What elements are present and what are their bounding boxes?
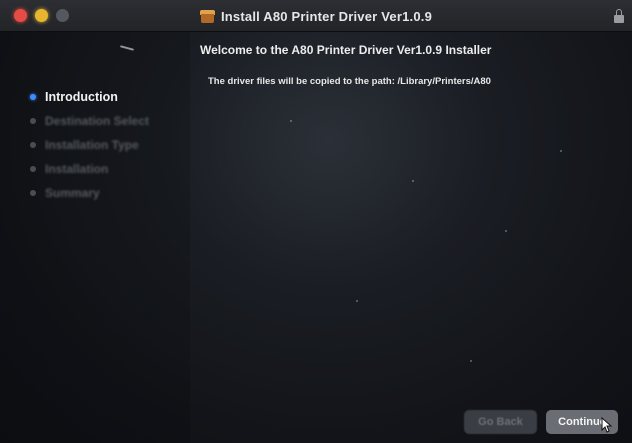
step-label: Summary bbox=[45, 186, 100, 200]
step-installation: Installation bbox=[30, 161, 108, 177]
screen-speck bbox=[470, 360, 472, 362]
title-bar: Install A80 Printer Driver Ver1.0.9 bbox=[0, 0, 632, 32]
step-installation-type: Installation Type bbox=[30, 137, 139, 153]
step-label: Introduction bbox=[45, 90, 118, 104]
welcome-heading: Welcome to the A80 Printer Driver Ver1.0… bbox=[200, 43, 492, 57]
installer-window: Install A80 Printer Driver Ver1.0.9 Intr… bbox=[0, 0, 632, 443]
step-indicator-dot bbox=[30, 142, 36, 148]
screen-speck bbox=[560, 150, 562, 152]
step-destination-select: Destination Select bbox=[30, 113, 149, 129]
install-path-text: The driver files will be copied to the p… bbox=[208, 76, 491, 87]
screen-speck bbox=[290, 120, 292, 122]
step-label: Installation Type bbox=[45, 138, 139, 152]
step-indicator-dot bbox=[30, 190, 36, 196]
step-indicator-dot bbox=[30, 166, 36, 172]
step-introduction: Introduction bbox=[30, 89, 118, 105]
lock-icon[interactable] bbox=[614, 9, 624, 23]
step-label: Destination Select bbox=[45, 114, 150, 128]
step-label: Installation bbox=[45, 162, 109, 176]
content-pane: Welcome to the A80 Printer Driver Ver1.0… bbox=[190, 32, 632, 372]
screen-speck bbox=[356, 300, 358, 302]
step-indicator-dot bbox=[30, 94, 36, 100]
window-title: Install A80 Printer Driver Ver1.0.9 bbox=[220, 8, 432, 24]
screen-speck bbox=[412, 180, 414, 182]
title-group: Install A80 Printer Driver Ver1.0.9 bbox=[0, 6, 632, 26]
mouse-cursor-icon bbox=[601, 417, 613, 433]
step-summary: Summary bbox=[30, 185, 100, 201]
step-indicator-dot bbox=[30, 118, 36, 124]
package-icon bbox=[199, 9, 215, 23]
go-back-button[interactable]: Go Back bbox=[464, 410, 537, 434]
screen-speck bbox=[505, 230, 507, 232]
installer-steps-sidebar: Introduction Destination Select Installa… bbox=[0, 32, 190, 443]
